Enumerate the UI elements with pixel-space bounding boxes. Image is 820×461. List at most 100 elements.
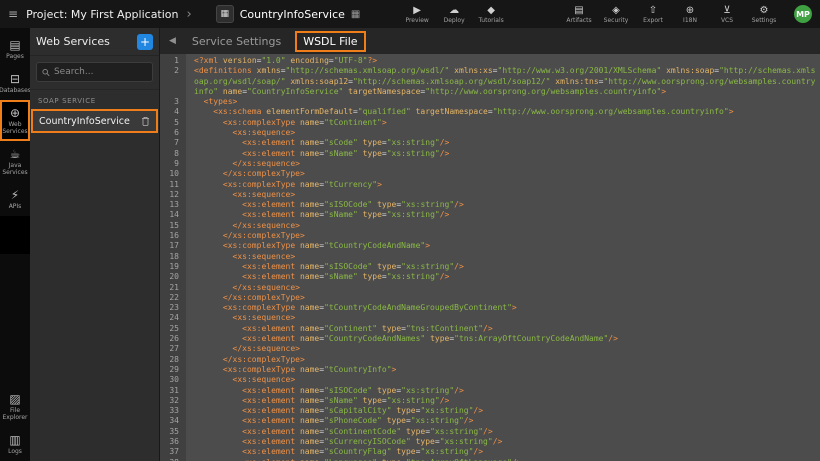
sidebar-item-label: Web Services	[1, 121, 29, 135]
doc-tab-countryinfoservice[interactable]: ▦ CountryInfoService ▦	[216, 5, 361, 23]
code-text[interactable]: <definitions xmlns="http://schemas.xmlso…	[186, 66, 820, 97]
tab-service-settings[interactable]: Service Settings	[192, 35, 281, 48]
sidebar-item-file-explorer[interactable]: ▨ File Explorer	[0, 386, 30, 427]
web-services-globe-icon: ⊕	[10, 107, 20, 119]
tutorials-button[interactable]: ◆ Tutorials	[477, 5, 505, 24]
code-text[interactable]: <xs:element name="sName" type="xs:string…	[186, 210, 820, 220]
grid-icon[interactable]: ▦	[351, 9, 360, 20]
line-number: 16	[160, 231, 186, 241]
code-text[interactable]: <xs:sequence>	[186, 128, 820, 138]
sidebar-item-databases[interactable]: ⊟ Databases	[0, 66, 30, 100]
code-text[interactable]: <xs:element name="sCode" type="xs:string…	[186, 138, 820, 148]
panel-header: Web Services +	[30, 28, 159, 56]
deploy-button[interactable]: ☁ Deploy	[440, 5, 468, 24]
code-text[interactable]: <xs:element name="Languages" type="tns:A…	[186, 458, 820, 461]
code-line: 38 <xs:element name="Languages" type="tn…	[160, 458, 820, 461]
line-number: 21	[160, 283, 186, 293]
tutorials-icon: ◆	[487, 5, 495, 16]
project-title[interactable]: Project: My First Application	[26, 8, 178, 21]
code-line: 13 <xs:element name="sISOCode" type="xs:…	[160, 200, 820, 210]
code-line: 30 <xs:sequence>	[160, 375, 820, 385]
preview-button[interactable]: ▶ Preview	[403, 5, 431, 24]
code-text[interactable]: <xs:sequence>	[186, 190, 820, 200]
code-line: 27 </xs:sequence>	[160, 344, 820, 354]
line-number: 18	[160, 252, 186, 262]
gear-icon: ⚙	[760, 5, 769, 16]
settings-label: Settings	[752, 17, 777, 24]
code-text[interactable]: <xs:element name="sISOCode" type="xs:str…	[186, 262, 820, 272]
code-text[interactable]: </xs:sequence>	[186, 283, 820, 293]
code-text[interactable]: <xs:element name="sCapitalCity" type="xs…	[186, 406, 820, 416]
code-text[interactable]: <xs:element name="sCountryFlag" type="xs…	[186, 447, 820, 457]
avatar[interactable]: MP	[794, 5, 812, 23]
code-text[interactable]: </xs:complexType>	[186, 293, 820, 303]
code-text[interactable]: <xs:complexType name="tCurrency">	[186, 180, 820, 190]
delete-icon[interactable]	[141, 116, 150, 126]
code-text[interactable]: <xs:schema elementFormDefault="qualified…	[186, 107, 820, 117]
sidebar-item-java-services[interactable]: ☕ Java Services	[0, 141, 30, 182]
i18n-button[interactable]: ⊕ I18N	[676, 5, 704, 24]
code-text[interactable]: <xs:complexType name="tCountryCodeAndNam…	[186, 303, 820, 313]
code-text[interactable]: <xs:element name="Continent" type="tns:t…	[186, 324, 820, 334]
code-text[interactable]: <xs:complexType name="tCountryCodeAndNam…	[186, 241, 820, 251]
code-text[interactable]: <xs:element name="CountryCodeAndNames" t…	[186, 334, 820, 344]
sidebar-item-pages[interactable]: ▤ Pages	[0, 32, 30, 66]
code-text[interactable]: </xs:complexType>	[186, 231, 820, 241]
topbar-utility-actions: ▤ Artifacts ◈ Security ⇧ Export ⊕ I18N ⊻…	[565, 5, 778, 24]
collapse-panel-icon[interactable]: ◀	[169, 36, 176, 46]
code-line: 37 <xs:element name="sCountryFlag" type=…	[160, 447, 820, 457]
code-line: 8 <xs:element name="sName" type="xs:stri…	[160, 149, 820, 159]
code-text[interactable]: <xs:sequence>	[186, 375, 820, 385]
search-input[interactable]	[54, 67, 147, 77]
grid-icon[interactable]: ▦	[216, 5, 234, 23]
preview-icon: ▶	[413, 5, 421, 16]
code-text[interactable]: <xs:element name="sISOCode" type="xs:str…	[186, 386, 820, 396]
code-text[interactable]: <xs:element name="sCurrencyISOCode" type…	[186, 437, 820, 447]
vcs-button[interactable]: ⊻ VCS	[713, 5, 741, 24]
code-text[interactable]: <xs:element name="sPhoneCode" type="xs:s…	[186, 416, 820, 426]
artifacts-button[interactable]: ▤ Artifacts	[565, 5, 593, 24]
tab-wsdl-file[interactable]: WSDL File	[297, 33, 363, 50]
code-text[interactable]: </xs:sequence>	[186, 221, 820, 231]
sidebar-item-web-services[interactable]: ⊕ Web Services	[0, 100, 30, 141]
sidebar-item-apis[interactable]: ⚡ APIs	[0, 182, 30, 216]
line-number: 12	[160, 190, 186, 200]
settings-button[interactable]: ⚙ Settings	[750, 5, 778, 24]
code-text[interactable]: </xs:complexType>	[186, 169, 820, 179]
code-text[interactable]: <xs:sequence>	[186, 313, 820, 323]
sidebar-item-label: Pages	[6, 53, 24, 60]
app-window: ≡ Project: My First Application › ▦ Coun…	[0, 0, 820, 461]
add-service-button[interactable]: +	[137, 34, 153, 50]
menu-icon[interactable]: ≡	[8, 7, 18, 21]
code-text[interactable]: <types>	[186, 97, 820, 107]
code-line: 16 </xs:complexType>	[160, 231, 820, 241]
sidebar: ▤ Pages ⊟ Databases ⊕ Web Services ☕ Jav…	[0, 28, 30, 461]
sidebar-item-logs[interactable]: ▥ Logs	[0, 427, 30, 461]
code-text[interactable]: <xs:complexType name="tCountryInfo">	[186, 365, 820, 375]
code-text[interactable]: </xs:sequence>	[186, 159, 820, 169]
code-text[interactable]: <xs:element name="sName" type="xs:string…	[186, 396, 820, 406]
export-button[interactable]: ⇧ Export	[639, 5, 667, 24]
code-text[interactable]: <?xml version="1.0" encoding="UTF-8"?>	[186, 56, 820, 66]
code-text[interactable]: <xs:sequence>	[186, 252, 820, 262]
code-text[interactable]: </xs:complexType>	[186, 355, 820, 365]
code-text[interactable]: <xs:element name="sName" type="xs:string…	[186, 272, 820, 282]
java-cup-icon: ☕	[10, 148, 21, 160]
security-button[interactable]: ◈ Security	[602, 5, 630, 24]
soap-service-section-label: SOAP SERVICE	[30, 89, 159, 111]
line-number: 22	[160, 293, 186, 303]
line-number: 7	[160, 138, 186, 148]
code-text[interactable]: <xs:element name="sContinentCode" type="…	[186, 427, 820, 437]
service-item-countryinfoservice[interactable]: CountryInfoService	[33, 111, 156, 131]
search-box[interactable]	[36, 62, 153, 82]
code-line: 23 <xs:complexType name="tCountryCodeAnd…	[160, 303, 820, 313]
code-text[interactable]: <xs:complexType name="tContinent">	[186, 118, 820, 128]
wsdl-editor[interactable]: 1<?xml version="1.0" encoding="UTF-8"?>2…	[160, 54, 820, 461]
code-text[interactable]: </xs:sequence>	[186, 344, 820, 354]
code-text[interactable]: <xs:element name="sISOCode" type="xs:str…	[186, 200, 820, 210]
chevron-right-icon[interactable]: ›	[187, 7, 192, 22]
sidebar-item-label: File Explorer	[1, 407, 29, 421]
line-number: 10	[160, 169, 186, 179]
line-number: 29	[160, 365, 186, 375]
code-text[interactable]: <xs:element name="sName" type="xs:string…	[186, 149, 820, 159]
